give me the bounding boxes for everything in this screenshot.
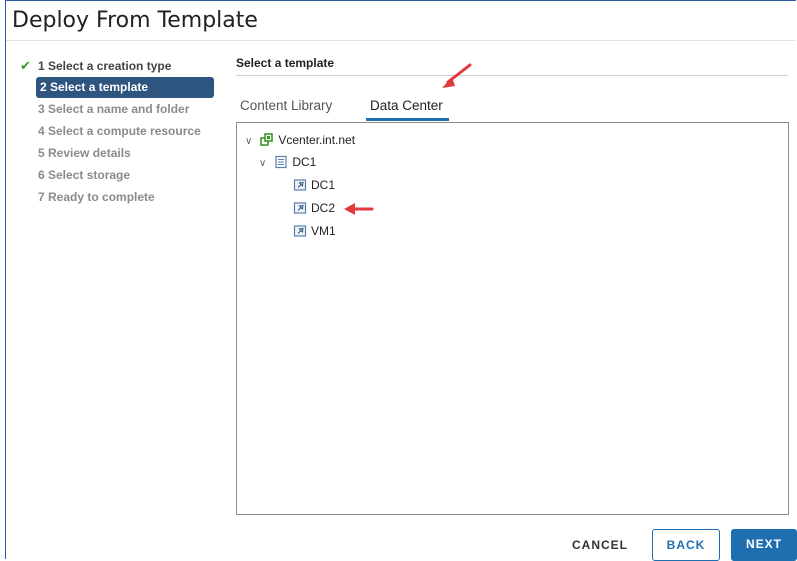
step-label: 1 Select a creation type (38, 59, 172, 73)
section-divider (236, 75, 788, 76)
datacenter-icon (275, 155, 287, 169)
vm-template-icon (293, 225, 307, 237)
step-label: 4 Select a compute resource (38, 124, 201, 138)
title-divider (6, 40, 796, 41)
step-select-template[interactable]: 2 Select a template (36, 77, 214, 98)
wizard-steps: ✔ 1 Select a creation type 2 Select a te… (20, 55, 220, 208)
step-select-name-folder: 3 Select a name and folder (20, 98, 220, 120)
step-review-details: 5 Review details (20, 142, 220, 164)
dialog-title: Deploy From Template (12, 8, 258, 33)
section-title: Select a template (236, 56, 335, 70)
step-label: 3 Select a name and folder (38, 102, 190, 116)
step-select-creation-type[interactable]: ✔ 1 Select a creation type (20, 55, 220, 77)
tree-node-label: Vcenter.int.net (278, 133, 356, 147)
vm-template-icon (293, 202, 307, 214)
vm-template-icon (293, 179, 307, 191)
tab-data-center[interactable]: Data Center (366, 96, 449, 121)
step-label: 7 Ready to complete (38, 190, 155, 204)
tree-node-label: DC1 (292, 155, 317, 169)
step-select-storage: 6 Select storage (20, 164, 220, 186)
tree-node-template-dc2[interactable]: DC2 (293, 199, 335, 217)
check-icon: ✔ (20, 58, 31, 73)
tab-content-library[interactable]: Content Library (240, 96, 332, 120)
step-ready-to-complete: 7 Ready to complete (20, 186, 220, 208)
tree-node-template-vm1[interactable]: VM1 (293, 222, 336, 240)
tree-node-template-dc1[interactable]: DC1 (293, 176, 335, 194)
tree-node-vcenter[interactable]: ∨ Vcenter.int.net (245, 131, 355, 149)
cancel-button[interactable]: CANCEL (564, 530, 636, 560)
tree-node-datacenter[interactable]: ∨ DC1 (259, 153, 316, 171)
tree-node-label: VM1 (311, 224, 336, 238)
back-button[interactable]: BACK (652, 529, 720, 561)
step-label: 5 Review details (38, 146, 131, 160)
tree-node-label: DC2 (311, 201, 336, 215)
next-button[interactable]: NEXT (731, 529, 797, 561)
vcenter-icon (260, 133, 274, 146)
tree-node-label: DC1 (311, 178, 336, 192)
step-label: 6 Select storage (38, 168, 131, 182)
chevron-down-icon[interactable]: ∨ (259, 155, 271, 173)
chevron-down-icon[interactable]: ∨ (245, 133, 257, 151)
inventory-tree: ∨ Vcenter.int.net ∨ DC1 DC1 DC2 VM1 (236, 122, 789, 515)
step-select-compute-resource: 4 Select a compute resource (20, 120, 220, 142)
step-label: 2 Select a template (40, 80, 149, 94)
